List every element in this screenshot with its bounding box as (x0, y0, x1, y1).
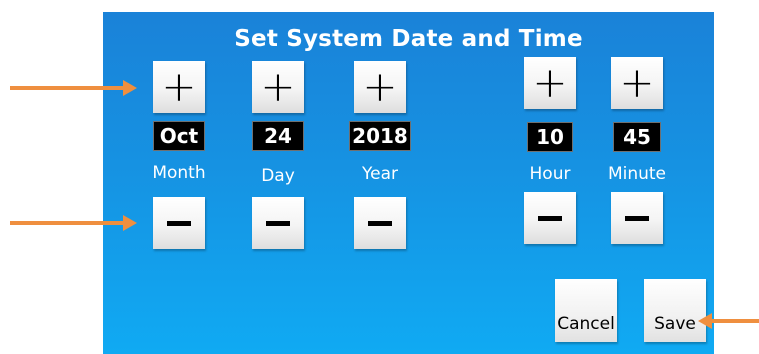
year-increment-button[interactable]: + (354, 61, 406, 113)
day-increment-button[interactable]: + (252, 61, 304, 113)
day-label: Day (261, 166, 295, 186)
minus-icon (368, 220, 392, 226)
plus-icon: + (161, 62, 197, 111)
page-title: Set System Date and Time (234, 26, 583, 52)
plus-icon: + (532, 58, 568, 107)
plus-icon: + (260, 62, 296, 111)
minus-icon (538, 215, 562, 221)
year-value: 2018 (349, 121, 411, 151)
day-value: 24 (252, 121, 304, 151)
arrow-right-icon (123, 80, 137, 96)
minute-decrement-button[interactable] (611, 192, 663, 244)
hour-decrement-button[interactable] (524, 192, 576, 244)
day-decrement-button[interactable] (252, 197, 304, 249)
save-button[interactable]: Save (644, 279, 706, 342)
plus-icon: + (619, 58, 655, 107)
minute-label: Minute (607, 164, 667, 184)
arrow-shaft (712, 319, 759, 323)
arrow-shaft (10, 221, 125, 225)
plus-icon: + (362, 62, 398, 111)
hour-label: Hour (529, 164, 571, 184)
month-value: Oct (153, 121, 205, 151)
month-increment-button[interactable]: + (153, 61, 205, 113)
arrow-right-icon (123, 215, 137, 231)
month-label: Month (152, 163, 206, 183)
cancel-button[interactable]: Cancel (555, 279, 617, 342)
hour-increment-button[interactable]: + (524, 57, 576, 109)
save-button-label: Save (654, 314, 696, 334)
hour-value: 10 (527, 122, 573, 152)
minute-increment-button[interactable]: + (611, 57, 663, 109)
year-decrement-button[interactable] (354, 197, 406, 249)
minus-icon (625, 215, 649, 221)
month-decrement-button[interactable] (153, 197, 205, 249)
arrow-left-icon (698, 313, 712, 329)
cancel-button-label: Cancel (557, 314, 615, 334)
minute-value: 45 (613, 122, 661, 152)
minus-icon (266, 220, 290, 226)
minus-icon (167, 220, 191, 226)
arrow-shaft (10, 86, 125, 90)
year-label: Year (362, 164, 398, 184)
